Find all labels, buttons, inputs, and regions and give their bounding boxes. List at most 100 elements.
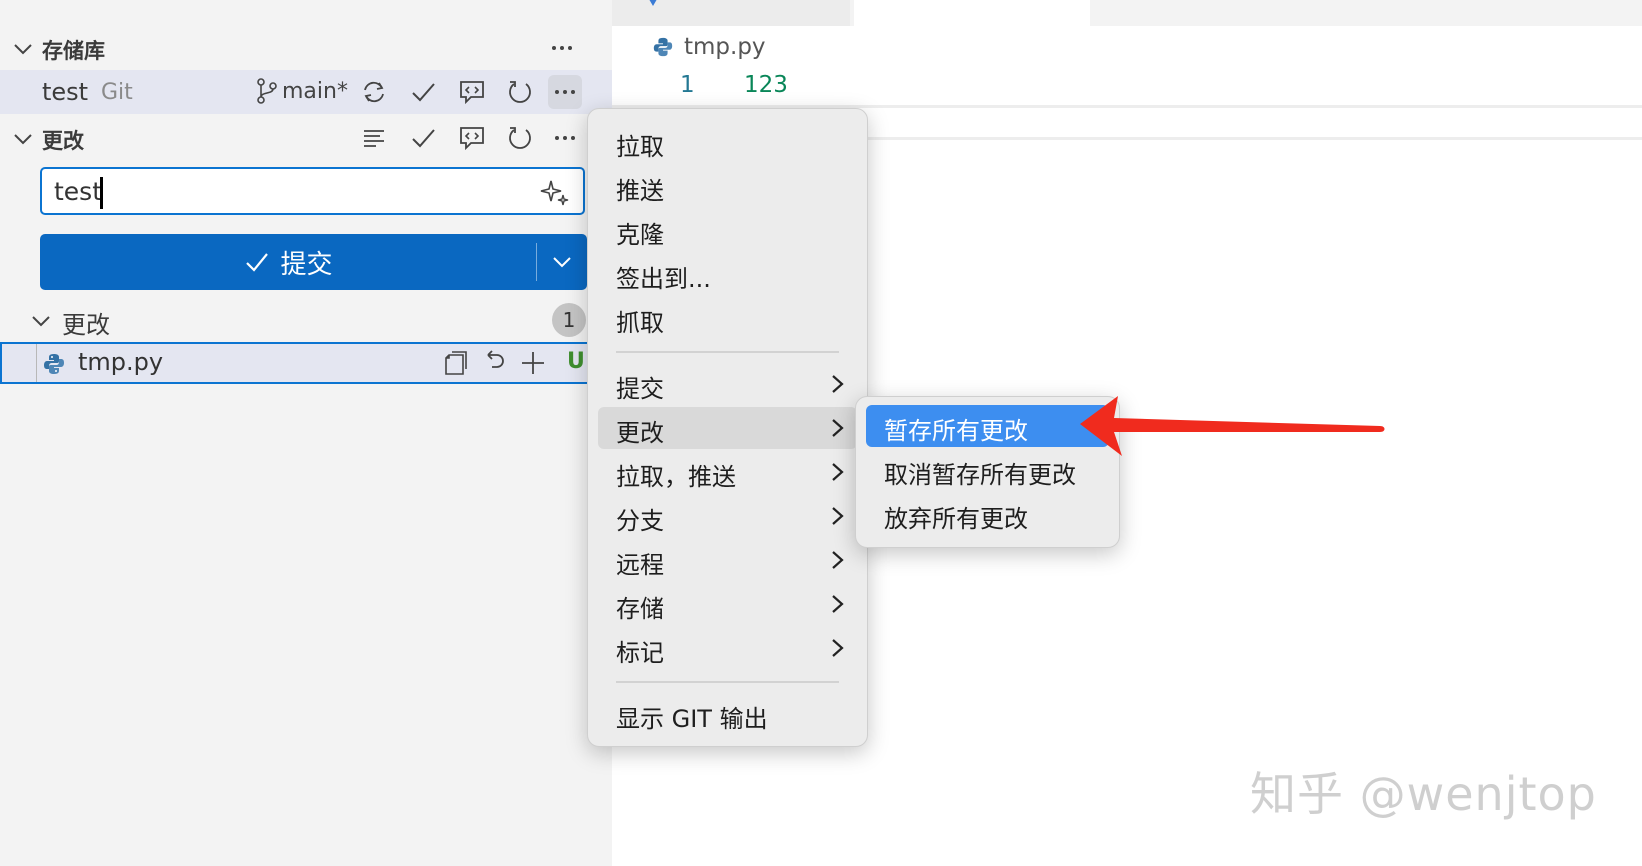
menu-item-pull[interactable]: 拉取	[598, 121, 857, 163]
changes-section-title: 更改	[42, 129, 84, 153]
chevron-right-icon	[832, 551, 844, 569]
chevron-down-icon	[14, 134, 32, 145]
menu-item-branch[interactable]: 分支	[598, 495, 857, 537]
menu-item-pull-push[interactable]: 拉取，推送	[598, 451, 857, 493]
refresh-icon[interactable]	[503, 121, 537, 155]
menu-item-label: 远程	[616, 551, 664, 579]
menu-item-tags[interactable]: 标记	[598, 627, 857, 669]
chevron-right-icon	[832, 595, 844, 613]
changes-section-header[interactable]: 更改	[0, 118, 612, 158]
python-file-icon	[653, 37, 673, 57]
changes-more-actions-icon[interactable]	[548, 121, 582, 155]
tab-tmp-py[interactable]	[854, 0, 1090, 26]
repository-name: test	[42, 78, 89, 106]
file-status-untracked: U	[567, 349, 585, 374]
menu-item-label: 标记	[616, 639, 664, 667]
menu-item-label: 取消暂存所有更改	[884, 461, 1076, 489]
commit-button[interactable]: 提交	[40, 234, 587, 290]
menu-item-show-git-output[interactable]: 显示 GIT 输出	[598, 693, 857, 735]
open-changes-icon[interactable]	[455, 121, 489, 155]
menu-separator	[616, 681, 839, 683]
menu-item-checkout[interactable]: 签出到...	[598, 253, 857, 295]
sparkle-icon[interactable]	[539, 177, 571, 209]
branch-button[interactable]: main*	[256, 78, 348, 104]
menu-item-label: 拉取	[616, 133, 664, 161]
submenu-item-unstage-all[interactable]: 取消暂存所有更改	[866, 449, 1109, 491]
open-file-icon[interactable]	[438, 346, 472, 380]
menu-item-label: 暂存所有更改	[884, 417, 1028, 445]
open-changes-icon[interactable]	[455, 75, 489, 109]
repositories-section-header[interactable]: 存储库	[0, 30, 612, 66]
changed-file-row[interactable]: tmp.py U	[0, 342, 612, 384]
code-line[interactable]: 123	[744, 72, 788, 98]
changes-group-header[interactable]: 更改 1	[0, 300, 612, 340]
chevron-down-icon	[32, 316, 50, 327]
repository-type: Git	[101, 80, 133, 105]
check-icon	[246, 253, 269, 272]
commit-check-icon[interactable]	[406, 121, 440, 155]
commit-message-text: test	[54, 177, 103, 206]
menu-item-label: 提交	[616, 375, 664, 403]
more-actions-icon[interactable]	[545, 31, 579, 65]
tab-inactive[interactable]	[612, 0, 850, 26]
changes-group-label: 更改	[62, 311, 110, 339]
menu-item-remote[interactable]: 远程	[598, 539, 857, 581]
watermark: 知乎 @wenjtop	[1250, 767, 1597, 821]
menu-item-push[interactable]: 推送	[598, 165, 857, 207]
menu-item-label: 更改	[616, 419, 664, 447]
menu-item-label: 拉取，推送	[616, 463, 736, 491]
changes-count-badge: 1	[552, 303, 586, 337]
chevron-right-icon	[832, 419, 844, 437]
file-icon	[649, 0, 657, 6]
annotation-arrow-icon	[1080, 396, 1385, 456]
discard-changes-icon[interactable]	[477, 346, 511, 380]
chevron-right-icon	[832, 463, 844, 481]
menu-item-label: 放弃所有更改	[884, 505, 1028, 533]
commit-message-input[interactable]: test	[40, 167, 585, 215]
chevron-down-icon	[14, 44, 32, 55]
commit-button-main[interactable]: 提交	[40, 234, 537, 290]
repository-more-actions-icon[interactable]	[548, 75, 582, 109]
breadcrumb-file: tmp.py	[684, 34, 766, 60]
commit-check-icon[interactable]	[406, 75, 440, 109]
repository-context-menu: 拉取 推送 克隆 签出到... 抓取 提交 更改 拉取，推送 分支 远程 存储 …	[587, 108, 868, 747]
line-number: 1	[680, 72, 695, 98]
repositories-section-title: 存储库	[42, 39, 105, 63]
chevron-down-icon	[553, 257, 571, 268]
chevron-right-icon	[832, 639, 844, 657]
stage-changes-icon[interactable]	[516, 346, 550, 380]
python-file-icon	[44, 354, 64, 374]
file-name: tmp.py	[78, 348, 164, 376]
submenu-item-discard-all[interactable]: 放弃所有更改	[866, 493, 1109, 535]
menu-item-clone[interactable]: 克隆	[598, 209, 857, 251]
menu-item-label: 显示 GIT 输出	[616, 705, 768, 733]
menu-item-label: 克隆	[616, 221, 664, 249]
menu-item-label: 分支	[616, 507, 664, 535]
chevron-right-icon	[832, 375, 844, 393]
refresh-icon[interactable]	[503, 75, 537, 109]
branch-name: main*	[282, 78, 348, 104]
view-as-list-icon[interactable]	[357, 121, 391, 155]
menu-item-fetch[interactable]: 抓取	[598, 297, 857, 339]
menu-item-changes[interactable]: 更改	[598, 407, 857, 449]
repository-row[interactable]: test Git main*	[0, 70, 612, 114]
menu-item-stash[interactable]: 存储	[598, 583, 857, 625]
menu-item-label: 签出到...	[616, 265, 711, 293]
menu-item-label: 抓取	[616, 309, 664, 337]
sync-icon[interactable]	[357, 75, 391, 109]
tree-indent-guide	[36, 344, 37, 382]
chevron-right-icon	[832, 507, 844, 525]
commit-options-dropdown[interactable]	[537, 234, 587, 290]
menu-separator	[616, 351, 839, 353]
menu-item-commit[interactable]: 提交	[598, 363, 857, 405]
submenu-item-stage-all[interactable]: 暂存所有更改	[866, 405, 1109, 447]
breadcrumb[interactable]: tmp.py	[652, 34, 766, 60]
commit-button-label: 提交	[280, 249, 333, 280]
text-caret	[100, 177, 103, 209]
editor-tab-strip	[612, 0, 1642, 26]
git-branch-icon	[257, 78, 277, 104]
source-control-panel: 存储库 test Git main* 更改 test 提交 更改 1 tmp.p…	[0, 0, 612, 866]
tab-strip-empty	[1090, 0, 1642, 26]
menu-item-label: 推送	[616, 177, 664, 205]
menu-item-label: 存储	[616, 595, 664, 623]
